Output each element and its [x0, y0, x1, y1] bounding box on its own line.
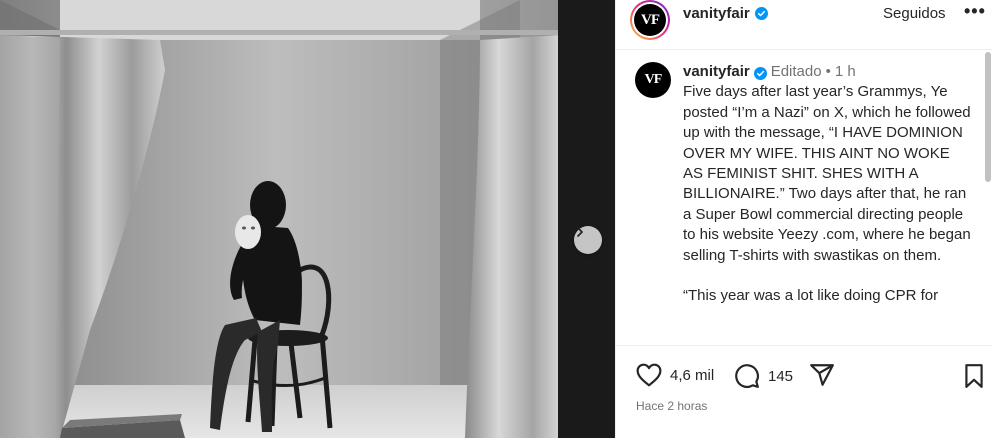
- post-actions: 4,6 mil 145 Hace 2 horas: [616, 345, 992, 438]
- comment-action: 145: [734, 363, 793, 389]
- more-options-button[interactable]: •••: [964, 1, 986, 22]
- share-action: [809, 362, 835, 388]
- caption-username[interactable]: vanityfair: [683, 62, 750, 82]
- bookmark-icon[interactable]: [963, 363, 985, 389]
- header-username-link[interactable]: vanityfair: [683, 5, 768, 22]
- post-header: VF vanityfair Seguidos •••: [616, 0, 992, 50]
- photo-edge-shadow: [558, 0, 615, 438]
- photo-scene: [0, 0, 615, 438]
- heart-icon[interactable]: [636, 363, 662, 387]
- meta-separator: •: [825, 63, 831, 80]
- caption-area: VF vanityfair Editado • 1 h Five days af…: [616, 50, 976, 345]
- verified-badge-icon: [753, 66, 767, 80]
- likes-count[interactable]: 4,6 mil: [670, 367, 714, 384]
- comments-count[interactable]: 145: [768, 368, 793, 385]
- verified-badge-icon: [754, 7, 768, 20]
- caption-text: Five days after last year’s Grammys, Ye …: [683, 83, 971, 264]
- edited-label: Editado: [770, 63, 822, 80]
- post-photo[interactable]: [0, 0, 615, 438]
- caption-scrollbar[interactable]: [983, 50, 992, 345]
- caption-meta: vanityfair Editado • 1 h: [683, 62, 973, 82]
- post-timestamp[interactable]: Hace 2 horas: [636, 399, 707, 413]
- post-side-panel: VF vanityfair Seguidos ••• VF vanityfair…: [615, 0, 992, 438]
- caption-text-continued: “This year was a lot like doing CPR for: [683, 287, 939, 305]
- next-photo-button[interactable]: [574, 226, 602, 254]
- caption-body: vanityfair Editado • 1 h Five days after…: [683, 62, 973, 306]
- scrollbar-thumb[interactable]: [985, 52, 991, 182]
- caption-time[interactable]: 1 h: [835, 62, 856, 82]
- avatar-logo: VF: [634, 4, 666, 36]
- header-username: vanityfair: [683, 5, 750, 22]
- comment-icon[interactable]: [734, 363, 760, 389]
- caption-avatar[interactable]: VF: [635, 62, 671, 98]
- profile-avatar[interactable]: VF: [630, 0, 670, 40]
- like-action: 4,6 mil: [636, 363, 714, 387]
- send-icon[interactable]: [809, 362, 835, 388]
- following-button[interactable]: Seguidos: [883, 5, 946, 22]
